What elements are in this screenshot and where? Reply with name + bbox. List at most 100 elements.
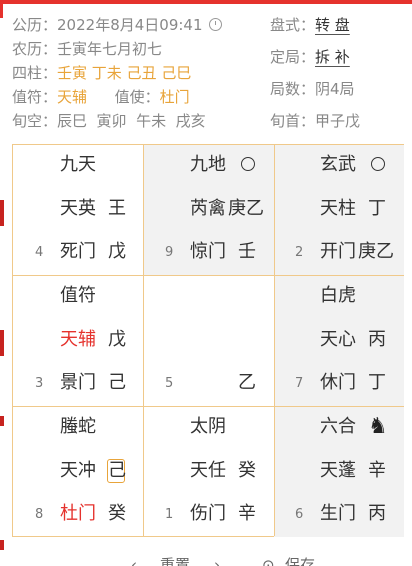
palace-cell[interactable]: 白虎 天心 丙 7 休门 丁: [275, 276, 404, 406]
palace-star-stem: 己: [107, 459, 126, 483]
palace-god: 太阴: [190, 416, 226, 437]
palace-star-stem: 丁: [368, 198, 386, 219]
jushu-value: 阴4局: [315, 80, 355, 98]
save-button[interactable]: 保存: [285, 556, 315, 566]
dingju-label: 定局：: [270, 48, 316, 66]
panshi-link[interactable]: 转 盘: [315, 16, 350, 34]
palace-god: 六合: [320, 416, 356, 437]
zhifu-row: 值符：天辅 值使：杜门: [12, 86, 190, 108]
chevron-right-icon[interactable]: ›: [214, 556, 220, 566]
palace-door-stem: 乙: [238, 372, 256, 393]
palace-number: 1: [165, 507, 174, 522]
left-edge-mark: [0, 416, 4, 426]
palace-number: 9: [165, 245, 174, 260]
zhifu-value: 天辅: [57, 88, 88, 106]
panshi-row: 盘式：转 盘: [270, 14, 350, 36]
palace-cell[interactable]: 九地 芮禽 庚乙 9 惊门 壬: [144, 145, 274, 275]
palace-god: 九地: [190, 154, 226, 175]
palace-door: 杜门: [60, 503, 96, 524]
palace-star: 天蓬: [320, 460, 356, 481]
xunshou-row: 旬首：甲子戊: [270, 110, 360, 132]
palace-door-stem: 壬: [238, 241, 256, 262]
palace-cell[interactable]: 值符 天辅 戊 3 景门 己: [13, 276, 143, 406]
palace-door-stem: 丁: [368, 372, 386, 393]
horse-icon: ♞: [368, 414, 388, 439]
nongli-row: 农历：壬寅年七月初七: [12, 38, 162, 60]
gongli-row: 公历：2022年8月4日09:41: [12, 14, 222, 36]
jushu-row: 局数：阴4局: [270, 78, 355, 100]
palace-star-stem: 丙: [368, 329, 386, 350]
palace-god: 螣蛇: [60, 416, 96, 437]
palace-door-stem: 庚乙: [358, 241, 394, 262]
palace-god: 玄武: [320, 154, 356, 175]
gongli-label: 公历：: [12, 16, 58, 34]
palace-cell[interactable]: 太阴 天任 癸 1 伤门 辛: [144, 407, 274, 537]
palace-cell[interactable]: 螣蛇 天冲 己 8 杜门 癸: [13, 407, 143, 537]
palace-star: 天辅: [60, 329, 96, 350]
panshi-label: 盘式：: [270, 16, 316, 34]
zhishi-label: 值使：: [114, 88, 160, 106]
circle-marker-icon: [241, 157, 255, 171]
palace-number: 7: [295, 376, 304, 391]
xunshou-label: 旬首：: [270, 112, 316, 130]
palace-number: 4: [35, 245, 44, 260]
palace-door: 生门: [320, 503, 356, 524]
palace-door-stem: 戊: [108, 241, 126, 262]
jushu-label: 局数：: [270, 80, 316, 98]
palace-star-stem: 癸: [238, 460, 256, 481]
palace-cell[interactable]: 六合 ♞ 天蓬 辛 6 生门 丙: [275, 407, 404, 537]
palace-cell[interactable]: 玄武 天柱 丁 2 开门 庚乙: [275, 145, 404, 275]
palace-star: 天柱: [320, 198, 356, 219]
xunkong-row: 旬空：辰巳 寅卯 午未 戌亥: [12, 110, 206, 132]
palace-door: 景门: [60, 372, 96, 393]
left-edge-strip: [0, 0, 7, 566]
reset-button[interactable]: 重置: [160, 556, 190, 566]
palace-star-stem: 戊: [108, 329, 126, 350]
palace-door-stem: 辛: [238, 503, 256, 524]
palace-door: 伤门: [190, 503, 226, 524]
palace-god: 九天: [60, 154, 96, 175]
bottom-action-bar: ‹ 重置 › ⊙ 保存: [0, 552, 412, 566]
xunkong-label: 旬空：: [12, 112, 58, 130]
sizhu-row: 四柱：壬寅 丁未 己丑 己巳: [12, 62, 191, 84]
left-edge-red-mark: [0, 4, 3, 18]
palace-number: 6: [295, 507, 304, 522]
save-icon[interactable]: ⊙: [262, 556, 275, 566]
palace-god: 值符: [60, 285, 96, 306]
palace-star: 天心: [320, 329, 356, 350]
palace-star-stem: 庚乙: [228, 198, 264, 219]
palace-star-stem: 王: [108, 198, 126, 219]
xunshou-value: 甲子戊: [315, 112, 361, 130]
palace-door: 开门: [320, 241, 356, 262]
left-edge-mark: [0, 330, 4, 356]
sizhu-value: 壬寅 丁未 己丑 己巳: [57, 64, 192, 82]
palace-number: 3: [35, 376, 44, 391]
palace-number: 5: [165, 376, 174, 391]
qimen-palace-grid: 九天 天英 王 4 死门 戊 九地 芮禽 庚乙 9 惊门 壬 玄武 天柱 丁 2…: [12, 144, 404, 537]
palace-star: 天英: [60, 198, 96, 219]
dingju-link[interactable]: 拆 补: [315, 48, 350, 66]
palace-star: 天任: [190, 460, 226, 481]
clock-icon[interactable]: [208, 18, 222, 31]
palace-god: 白虎: [320, 285, 356, 306]
palace-cell[interactable]: 九天 天英 王 4 死门 戊: [13, 145, 143, 275]
palace-door-stem: 丙: [368, 503, 386, 524]
palace-number: 8: [35, 507, 44, 522]
palace-door: 死门: [60, 241, 96, 262]
top-accent-bar: [0, 0, 412, 4]
palace-cell[interactable]: 5 乙: [144, 276, 274, 406]
palace-star: 芮禽: [190, 198, 226, 219]
sizhu-label: 四柱：: [12, 64, 58, 82]
palace-door: 休门: [320, 372, 356, 393]
palace-star: 天冲: [60, 460, 96, 481]
palace-number: 2: [295, 245, 304, 260]
palace-door-stem: 己: [108, 372, 126, 393]
nongli-label: 农历：: [12, 40, 58, 58]
xunkong-value: 辰巳 寅卯 午未 戌亥: [57, 112, 206, 130]
dingju-row: 定局：拆 补: [270, 46, 350, 68]
chevron-left-icon[interactable]: ‹: [131, 556, 137, 566]
zhifu-label: 值符：: [12, 88, 58, 106]
zhishi-value: 杜门: [159, 88, 190, 106]
palace-door-stem: 癸: [108, 503, 126, 524]
gongli-value: 2022年8月4日09:41: [57, 16, 203, 34]
